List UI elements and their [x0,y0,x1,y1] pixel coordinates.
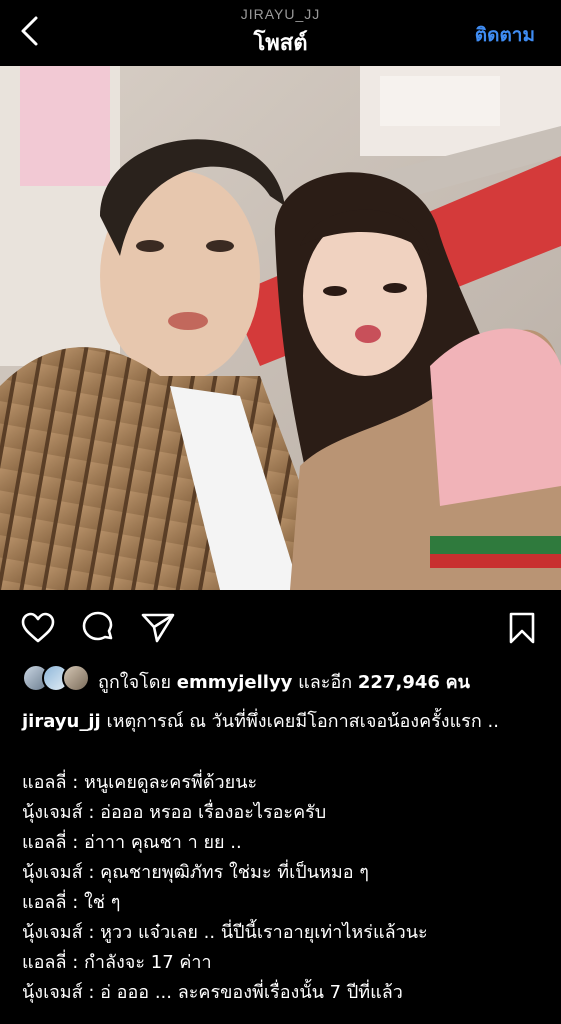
likes-suffix: คน [445,672,470,693]
likes-middle: และอีก [298,672,353,693]
likes-prefix: ถูกใจโดย [98,672,172,693]
dialogue-line: แอลลี่ : หนูเคยดูละครพี่ด้วยนะ [22,772,258,793]
action-bar [0,600,561,656]
post-photo[interactable] [0,66,561,590]
bookmark-icon[interactable] [504,610,540,646]
avatar [62,664,90,692]
caption-dialogue: แอลลี่ : หนูเคยดูละครพี่ด้วยนะ นุ้งเจมส์… [22,768,551,1008]
liker-avatars [22,664,92,692]
likes-summary: ถูกใจโดย emmyjellyy และอีก 227,946 คน [98,667,470,696]
likes-count[interactable]: 227,946 [358,672,440,693]
dialogue-line: นุ้งเจมส์ : หูวว แจ๋วเลย .. นี่ปีนี้เราอ… [22,922,428,943]
caption-text: เหตุการณ์ ณ วันที่พึ่งเคยมีโอกาสเจอน้องค… [106,711,499,732]
dialogue-line: นุ้งเจมส์ : อ่ อออ ... ละครของพี่เรื่องน… [22,982,403,1003]
send-icon[interactable] [140,610,176,646]
dialogue-line: นุ้งเจมส์ : คุณชายพุฒิภัทร ใช่มะ ที่เป็น… [22,862,369,883]
post-caption: jirayu_jj เหตุการณ์ ณ วันที่พึ่งเคยมีโอก… [22,710,547,734]
dialogue-line: แอลลี่ : กำลังจะ 17 ค่าา [22,952,212,973]
comment-icon[interactable] [80,610,116,646]
likes-row[interactable]: ถูกใจโดย emmyjellyy และอีก 227,946 คน [22,664,551,694]
liker-username[interactable]: emmyjellyy [177,672,293,693]
dialogue-line: นุ้งเจมส์ : อ่อออ หรออ เรื่องอะไรอะครับ [22,802,327,823]
follow-button[interactable]: ติดตาม [475,20,535,50]
caption-username[interactable]: jirayu_jj [22,711,101,732]
heart-icon[interactable] [20,610,56,646]
dialogue-line: แอลลี่ : ใช่ ๆ [22,892,121,913]
dialogue-line: แอลลี่ : อ่าาา คุณชา า ยย .. [22,832,242,853]
top-bar: JIRAYU_JJ โพสต์ ติดตาม [0,0,561,66]
